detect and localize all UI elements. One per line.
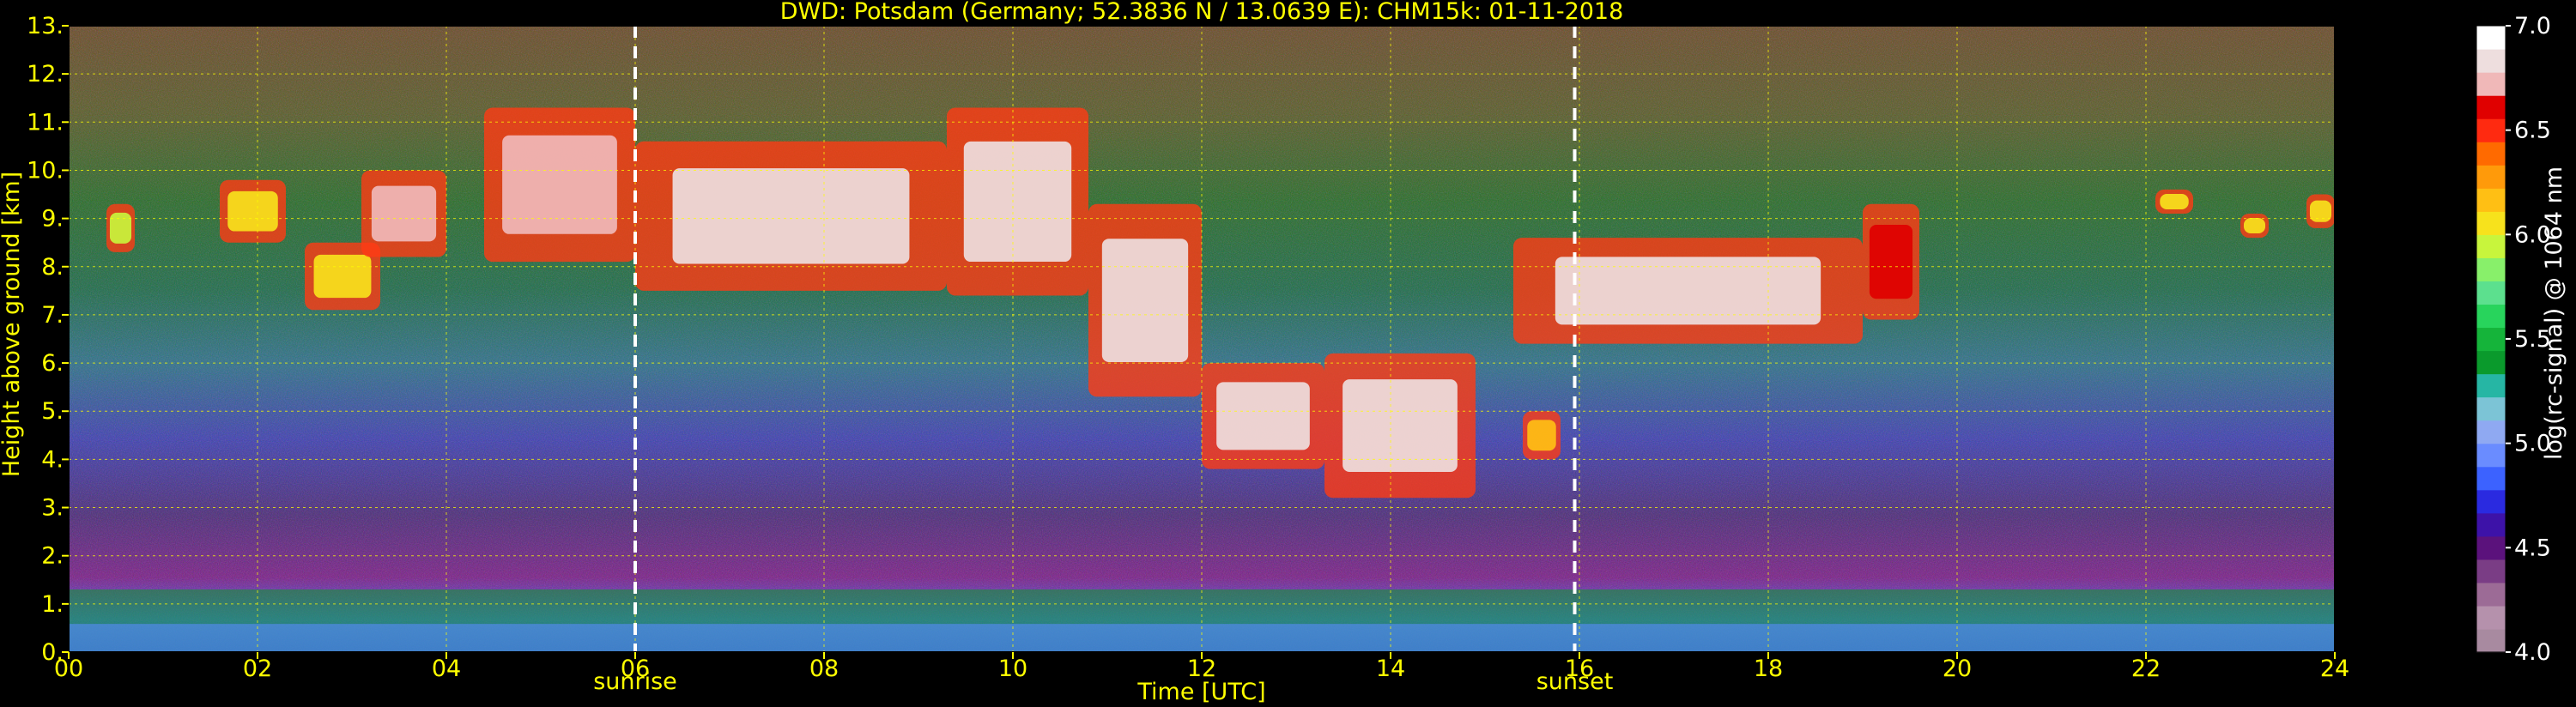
y-tick-label: 13. [27, 13, 64, 39]
colorbar-segment [2476, 211, 2506, 235]
colorbar-segment [2476, 26, 2506, 50]
x-tick-label: 24 [2320, 656, 2349, 682]
y-tick-label: 5. [41, 398, 64, 425]
y-tick-label: 0. [41, 639, 64, 666]
colorbar-tick-label: 7.0 [2514, 13, 2551, 39]
colorbar-segment [2476, 49, 2506, 73]
colorbar-segment [2476, 489, 2506, 514]
colorbar-segment [2476, 396, 2506, 421]
colorbar-segment [2476, 350, 2506, 375]
x-tick-label: 20 [1943, 656, 1972, 682]
x-tick-label: 04 [432, 656, 461, 682]
colorbar-segment [2476, 142, 2506, 166]
x-tick-label: 02 [243, 656, 272, 682]
cloud-layer-3-core [371, 185, 437, 242]
x-tick-label: 16 [1565, 656, 1594, 682]
y-tick-label: 3. [41, 495, 64, 522]
cloud-layer-4-core [502, 135, 617, 234]
colorbar-segment [2476, 605, 2506, 630]
cloud-layer-12-core [1869, 225, 1913, 299]
y-tick-label: 12. [27, 61, 64, 88]
colorbar-segment [2476, 466, 2506, 491]
cloud-layer-14-core [2243, 218, 2266, 234]
colorbar-tick-label: 4.0 [2514, 639, 2551, 666]
colorbar-segment [2476, 281, 2506, 305]
y-tick-label: 11. [27, 109, 64, 136]
y-tick-label: 9. [41, 206, 64, 233]
cloud-layer-5-core [672, 168, 910, 264]
colorbar-segment [2476, 373, 2506, 398]
colorbar-segment [2476, 443, 2506, 468]
colorbar-segment [2476, 512, 2506, 537]
cloud-layer-7-core [1101, 239, 1189, 362]
colorbar-segment [2476, 327, 2506, 352]
cloud-layer-8-core [1216, 382, 1310, 450]
x-tick-label: 10 [998, 656, 1027, 682]
chart-title: DWD: Potsdam (Germany; 52.3836 N / 13.06… [780, 0, 1624, 25]
colorbar [2476, 25, 2506, 653]
colorbar-segment [2476, 95, 2506, 119]
y-axis-label: Height above ground [km] [0, 172, 25, 477]
colorbar-segment [2476, 535, 2506, 560]
y-tick-label: 1. [41, 591, 64, 618]
x-tick-label: 22 [2131, 656, 2161, 682]
cloud-layer-13-core [2160, 193, 2189, 209]
x-tick-label: 06 [621, 656, 650, 682]
colorbar-segment [2476, 628, 2506, 653]
colorbar-segment [2476, 559, 2506, 583]
cloud-layer-0-core [109, 212, 132, 244]
colorbar-segment [2476, 118, 2506, 142]
cloud-layer-10-core [1527, 420, 1556, 451]
colorbar-segment [2476, 304, 2506, 329]
y-tick-label: 8. [41, 254, 64, 281]
x-tick-label: 08 [809, 656, 839, 682]
cloud-layer-6-core [963, 141, 1072, 263]
colorbar-segment [2476, 582, 2506, 607]
x-tick-label: 14 [1376, 656, 1405, 682]
cloud-layer-1-core [227, 190, 278, 232]
colorbar-tick-label: 4.5 [2514, 535, 2551, 561]
colorbar-segment [2476, 257, 2506, 282]
colorbar-segment [2476, 234, 2506, 258]
x-tick-label: 18 [1754, 656, 1783, 682]
x-axis-label: Time [UTC] [1136, 679, 1265, 705]
ceilometer-chart: DWD: Potsdam (Germany; 52.3836 N / 13.06… [0, 0, 2567, 705]
y-tick-label: 2. [41, 543, 64, 570]
y-tick-label: 4. [41, 446, 64, 473]
colorbar-segment [2476, 188, 2506, 212]
colorbar-segment [2476, 72, 2506, 96]
cloud-layer-2-core [313, 254, 372, 299]
colorbar-segment [2476, 420, 2506, 444]
colorbar-tick-label: 6.5 [2514, 118, 2551, 144]
y-tick-label: 7. [41, 302, 64, 329]
plot-area: sunrise sunset [68, 25, 2336, 695]
cloud-layer-9-core [1343, 379, 1458, 472]
colorbar-segment [2476, 165, 2506, 189]
colorbar-label: log(rc-signal) @ 1064 nm [2541, 166, 2567, 460]
y-tick-label: 6. [41, 350, 64, 377]
y-tick-label: 10. [27, 157, 64, 184]
